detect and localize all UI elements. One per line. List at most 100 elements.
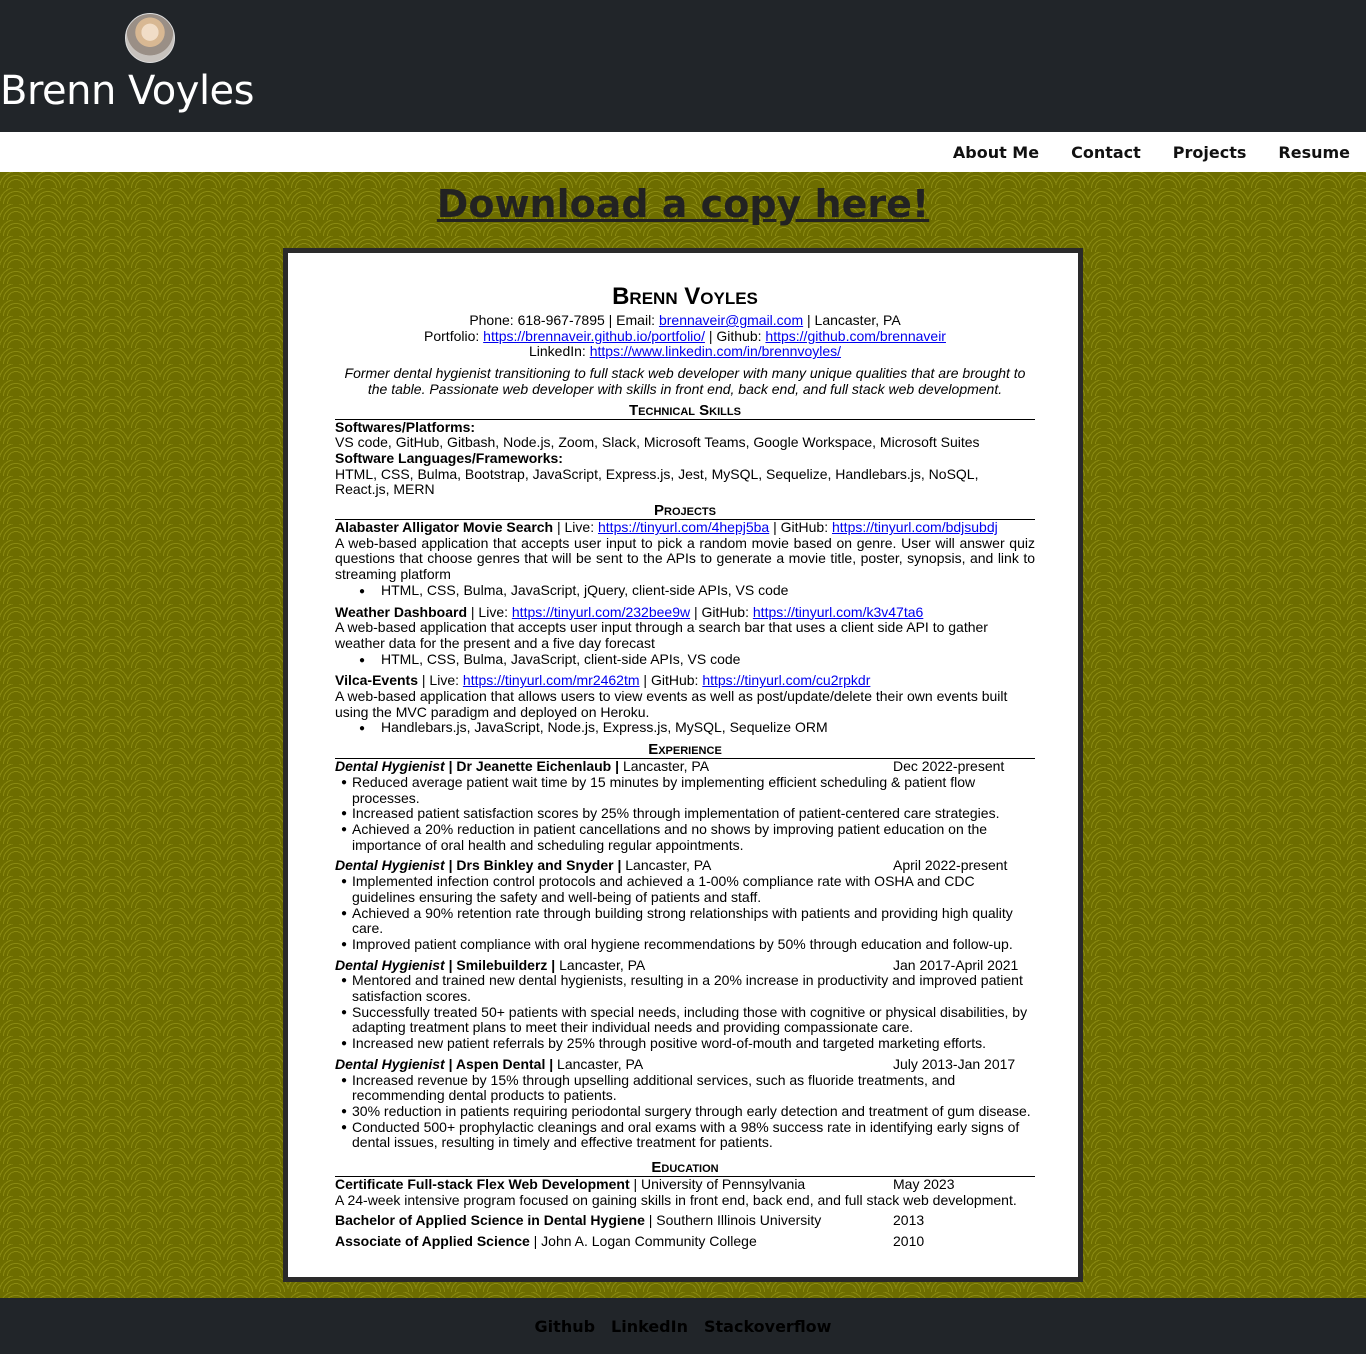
edu-school: | Southern Illinois University	[644, 1212, 822, 1229]
job-item: Dental Hygienist | Dr Jeanette Eichenlau…	[335, 758, 1035, 853]
project-gh-link[interactable]: https://tinyurl.com/bdjsubdj	[832, 519, 998, 535]
project-name: Vilca-Events	[335, 672, 419, 689]
site-header: Brenn Voyles	[0, 0, 1366, 132]
job-date: Dec 2022-present	[893, 758, 1005, 775]
nav-resume-link[interactable]: Resume	[1278, 143, 1350, 162]
job-role: Dental Hygienist	[335, 758, 445, 775]
edu-date: May 2023	[893, 1176, 955, 1193]
site-title: Brenn Voyles	[0, 68, 255, 114]
job-place: Lancaster, PA	[557, 1055, 644, 1072]
contact-line-1: Phone: 618-967-7895 | Email: brennaveir@…	[335, 312, 1035, 329]
download-section: Download a copy here!	[0, 182, 1366, 226]
job-employer: | Dr Jeanette Eichenlaub |	[444, 758, 623, 775]
project-live-label: | Live:	[553, 519, 598, 536]
education-item: Bachelor of Applied Science in Dental Hy…	[335, 1213, 1035, 1229]
nav-projects-link[interactable]: Projects	[1173, 143, 1247, 162]
github-link[interactable]: https://github.com/brennaveir	[765, 328, 946, 344]
job-item: Dental Hygienist | Aspen Dental | Lancas…	[335, 1055, 1035, 1151]
download-link[interactable]: Download a copy here!	[437, 182, 929, 226]
job-role: Dental Hygienist	[335, 956, 445, 973]
job-item: Dental Hygienist | Smilebuilderz | Lanca…	[335, 956, 1035, 1052]
project-gh-label: | GitHub:	[639, 672, 703, 689]
skills-languages-label: Software Languages/Frameworks:	[335, 449, 563, 466]
project-live-link[interactable]: https://tinyurl.com/4hepj5ba	[598, 519, 769, 535]
job-employer: | Drs Binkley and Snyder |	[444, 857, 626, 874]
edu-school: | John A. Logan Community College	[529, 1233, 757, 1250]
job-bullet: Mentored and trained new dental hygienis…	[341, 972, 1035, 1004]
contact-line-3: LinkedIn: https://www.linkedin.com/in/br…	[335, 344, 1035, 360]
job-date: April 2022-present	[893, 857, 1008, 874]
skills-platforms: VS code, GitHub, Gitbash, Node.js, Zoom,…	[335, 434, 980, 451]
footer-linkedin-link[interactable]: LinkedIn	[611, 1317, 688, 1336]
portfolio-link[interactable]: https://brennaveir.github.io/portfolio/	[483, 328, 705, 344]
job-role: Dental Hygienist	[335, 857, 445, 874]
section-heading-experience: Experience	[335, 741, 1035, 760]
project-tech: HTML, CSS, Bulma, JavaScript, client-sid…	[359, 651, 1035, 669]
project-desc: A web-based application that allows user…	[335, 688, 1008, 720]
job-bullet: Implemented infection control protocols …	[341, 873, 1035, 905]
project-live-label: | Live:	[467, 603, 512, 620]
project-item: Vilca-Events | Live: https://tinyurl.com…	[335, 673, 1035, 737]
main-nav: About Me Contact Projects Resume	[0, 132, 1366, 172]
skills-platforms-label: Softwares/Platforms:	[335, 418, 476, 435]
resume-body: Brenn Voyles Phone: 618-967-7895 | Email…	[335, 283, 1035, 1250]
skills-languages: HTML, CSS, Bulma, Bootstrap, JavaScript,…	[335, 465, 979, 498]
project-live-link[interactable]: https://tinyurl.com/mr2462tm	[463, 672, 640, 689]
email-link[interactable]: brennaveir@gmail.com	[659, 312, 803, 328]
job-bullet: Improved patient compliance with oral hy…	[341, 936, 1035, 953]
site-footer: Github LinkedIn Stackoverflow	[0, 1298, 1366, 1354]
job-item: Dental Hygienist | Drs Binkley and Snyde…	[335, 857, 1035, 953]
edu-date: 2010	[893, 1233, 925, 1250]
resume-name: Brenn Voyles	[612, 283, 758, 310]
linkedin-link[interactable]: https://www.linkedin.com/in/brennvoyles/	[590, 343, 841, 360]
project-name: Weather Dashboard	[335, 603, 467, 620]
github-label: | Github:	[704, 327, 766, 344]
section-heading-skills: Technical Skills	[335, 402, 1035, 420]
project-gh-link[interactable]: https://tinyurl.com/k3v47ta6	[753, 604, 923, 620]
section-heading-education: Education	[335, 1159, 1035, 1178]
phone-text: Phone: 618-967-7895 | Email:	[469, 312, 659, 328]
section-heading-projects: Projects	[335, 502, 1035, 521]
project-item: Weather Dashboard | Live: https://tinyur…	[335, 603, 1035, 669]
edu-degree: Certificate Full-stack Flex Web Developm…	[335, 1176, 630, 1193]
project-live-label: | Live:	[418, 672, 463, 689]
job-bullet: Achieved a 90% retention rate through bu…	[341, 905, 1035, 937]
project-tech: HTML, CSS, Bulma, JavaScript, jQuery, cl…	[359, 582, 1035, 600]
job-place: Lancaster, PA	[622, 758, 710, 775]
job-bullet: 30% reduction in patients requiring peri…	[341, 1103, 1035, 1120]
avatar	[125, 13, 175, 63]
location-text: | Lancaster, PA	[803, 312, 901, 328]
job-place: Lancaster, PA	[625, 857, 712, 874]
job-bullet: Increased patient satisfaction scores by…	[341, 806, 1035, 822]
project-live-link[interactable]: https://tinyurl.com/232bee9w	[512, 604, 690, 620]
job-bullet: Reduced average patient wait time by 15 …	[341, 774, 1035, 806]
project-gh-label: | GitHub:	[690, 603, 753, 620]
linkedin-label: LinkedIn:	[528, 343, 590, 360]
project-desc: A web-based application that accepts use…	[335, 534, 1035, 583]
resume-page: Download a copy here! Brenn Voyles Phone…	[0, 172, 1366, 1298]
job-employer: | Aspen Dental |	[444, 1055, 558, 1072]
project-desc: A web-based application that accepts use…	[335, 619, 988, 651]
project-tech: Handlebars.js, JavaScript, Node.js, Expr…	[359, 720, 1035, 737]
footer-stackoverflow-link[interactable]: Stackoverflow	[704, 1317, 831, 1336]
job-role: Dental Hygienist	[335, 1055, 445, 1072]
project-gh-link[interactable]: https://tinyurl.com/cu2rpkdr	[702, 672, 870, 689]
nav-contact-link[interactable]: Contact	[1071, 143, 1141, 162]
job-employer: | Smilebuilderz |	[444, 956, 560, 973]
edu-degree: Associate of Applied Science	[335, 1233, 530, 1250]
project-item: Alabaster Alligator Movie Search | Live:…	[335, 519, 1035, 600]
nav-about-link[interactable]: About Me	[953, 143, 1039, 162]
footer-github-link[interactable]: Github	[535, 1317, 596, 1336]
education-item: Certificate Full-stack Flex Web Developm…	[335, 1176, 1035, 1208]
job-date: July 2013-Jan 2017	[893, 1055, 1016, 1072]
job-bullet: Achieved a 20% reduction in patient canc…	[341, 821, 1035, 853]
project-name: Alabaster Alligator Movie Search	[335, 519, 554, 536]
job-bullet: Successfully treated 50+ patients with s…	[341, 1004, 1035, 1036]
contact-line-2: Portfolio: https://brennaveir.github.io/…	[335, 327, 1035, 345]
edu-school: | University of Pennsylvania	[629, 1176, 806, 1193]
portfolio-label: Portfolio:	[424, 327, 484, 344]
summary: Former dental hygienist transitioning to…	[344, 365, 1026, 397]
edu-desc: A 24-week intensive program focused on g…	[335, 1191, 1017, 1208]
edu-date: 2013	[893, 1212, 925, 1229]
job-bullet: Conducted 500+ prophylactic cleanings an…	[341, 1119, 1035, 1151]
